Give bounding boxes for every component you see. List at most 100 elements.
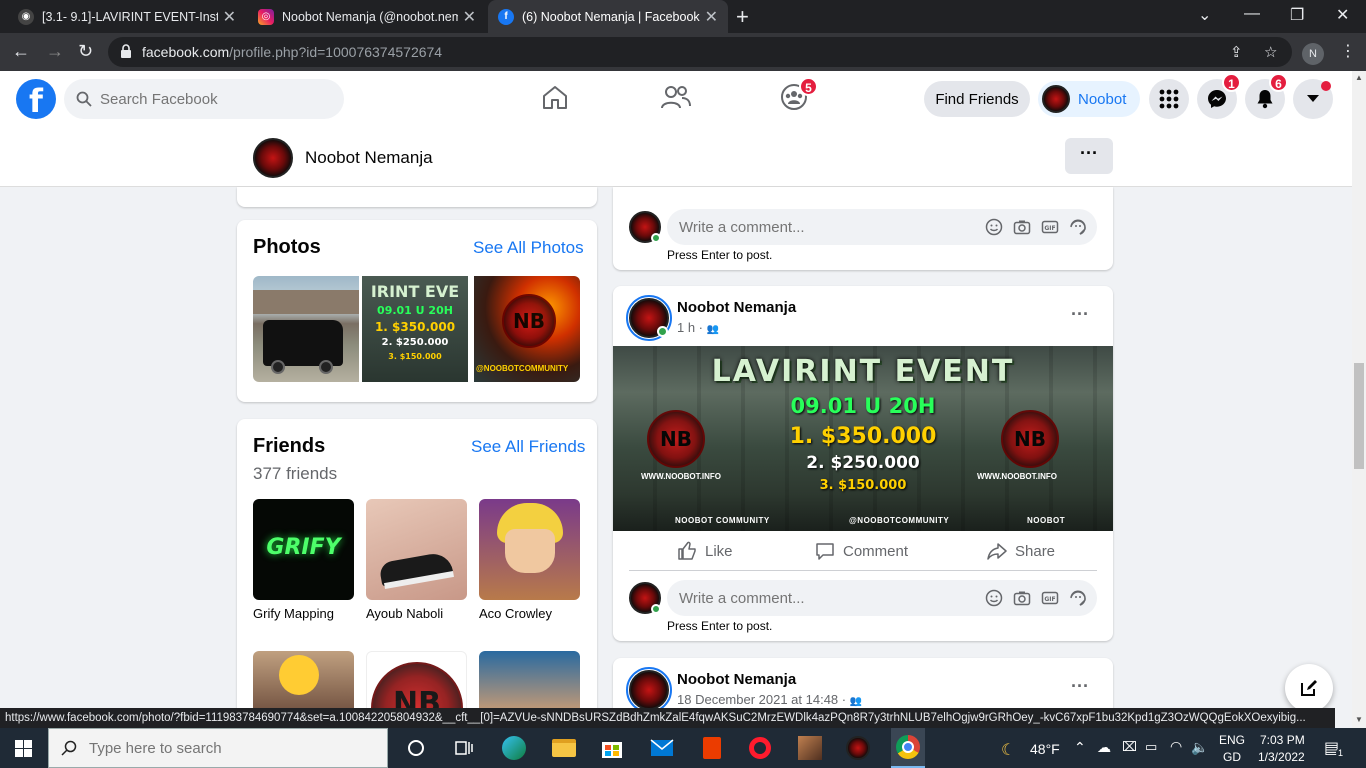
gif-icon[interactable]: GIF — [1041, 589, 1059, 607]
post-time[interactable]: 1 h · 👥 — [677, 320, 719, 335]
post-menu-icon[interactable]: ··· — [1071, 304, 1089, 325]
photo-thumbnail-3[interactable]: NB @NOOBOTCOMMUNITY — [474, 276, 580, 382]
file-explorer-icon[interactable] — [549, 733, 579, 763]
office-icon[interactable] — [697, 733, 727, 763]
friend-name[interactable]: Ayoub Naboli — [366, 606, 467, 621]
share-page-icon[interactable]: ⇪ — [1230, 43, 1243, 61]
wifi-icon[interactable]: ◠ — [1170, 738, 1182, 755]
post-author[interactable]: Noobot Nemanja — [677, 299, 796, 316]
browser-tab-3[interactable]: f (6) Noobot Nemanja | Facebook ✕ — [488, 0, 728, 33]
emoji-icon[interactable] — [985, 589, 1003, 607]
tray-chevron-up-icon[interactable]: ⌃ — [1074, 739, 1086, 756]
friend-tile[interactable]: Ayoub Naboli — [366, 499, 467, 621]
friend-name[interactable]: Aco Crowley — [479, 606, 580, 621]
sticker-icon[interactable] — [1069, 218, 1087, 236]
volume-icon[interactable]: 🔈 — [1191, 739, 1208, 756]
maximize-icon[interactable]: ❐ — [1290, 5, 1304, 25]
facebook-header: f 5 Find Friends Noobot 1 6 — [0, 71, 1352, 128]
find-friends-button[interactable]: Find Friends — [924, 81, 1030, 117]
profile-more-button[interactable]: ··· — [1065, 138, 1113, 174]
kebab-menu-icon[interactable]: ⋮ — [1340, 41, 1356, 61]
search-icon — [76, 91, 92, 107]
see-all-friends-link[interactable]: See All Friends — [471, 437, 585, 457]
tab-search-icon[interactable]: ⌄ — [1198, 5, 1211, 25]
keyboard-layout[interactable]: GD — [1223, 750, 1241, 764]
forward-icon[interactable]: → — [46, 41, 64, 62]
taskbar-search[interactable] — [48, 728, 388, 768]
mail-icon[interactable] — [647, 733, 677, 763]
bookmark-star-icon[interactable]: ☆ — [1264, 43, 1277, 61]
taskbar-search-input[interactable] — [89, 729, 369, 767]
post-image-banner[interactable]: LAVIRINT EVENT 09.01 U 20H 1. $350.000 2… — [613, 346, 1113, 531]
facebook-logo-icon[interactable]: f — [16, 79, 56, 120]
like-button[interactable]: Like — [677, 531, 733, 571]
close-icon[interactable]: ✕ — [705, 7, 718, 27]
see-all-photos-link[interactable]: See All Photos — [473, 238, 584, 258]
menu-button[interactable] — [1149, 79, 1189, 119]
comment-input[interactable] — [679, 209, 979, 245]
share-button[interactable]: Share — [987, 531, 1055, 571]
camera-icon[interactable] — [1013, 589, 1031, 607]
window-close-icon[interactable]: ✕ — [1336, 5, 1349, 25]
comment-box[interactable]: GIF — [667, 209, 1097, 245]
browser-profile-avatar[interactable]: N — [1302, 43, 1324, 65]
device-icon[interactable]: ⌧ — [1122, 739, 1137, 755]
comment-box[interactable]: GIF — [667, 580, 1097, 616]
scroll-down-icon[interactable]: ▼ — [1355, 715, 1363, 724]
url-bar[interactable]: facebook.com/profile.php?id=100076374572… — [108, 37, 1292, 67]
back-icon[interactable]: ← — [12, 41, 30, 62]
close-icon[interactable]: ✕ — [223, 7, 236, 27]
camera-icon[interactable] — [1013, 218, 1031, 236]
post-author[interactable]: Noobot Nemanja — [677, 671, 796, 688]
photo-thumbnail-1[interactable] — [253, 276, 359, 382]
avatar[interactable] — [626, 667, 672, 713]
edge-browser-icon[interactable] — [499, 733, 529, 763]
profile-name[interactable]: Noobot Nemanja — [305, 148, 433, 168]
home-icon[interactable] — [541, 83, 569, 111]
browser-tab-2[interactable]: ◎ Noobot Nemanja (@noobot.nem ✕ — [248, 0, 486, 33]
page-scrollbar[interactable]: ▲ ▼ — [1352, 71, 1366, 728]
avatar[interactable] — [253, 138, 293, 178]
scroll-thumb[interactable] — [1354, 363, 1364, 469]
windows-start-icon[interactable] — [15, 740, 32, 757]
friend-tile[interactable]: Aco Crowley — [479, 499, 580, 621]
thumb-date: 09.01 U 20H — [377, 304, 453, 317]
sticker-icon[interactable] — [1069, 589, 1087, 607]
moon-weather-icon[interactable]: ☾ — [1001, 740, 1015, 760]
post-time[interactable]: 18 December 2021 at 14:48 · 👥 — [677, 692, 862, 707]
comment-input[interactable] — [679, 580, 979, 616]
battery-icon[interactable]: ▭ — [1145, 739, 1157, 755]
emoji-icon[interactable] — [985, 218, 1003, 236]
profile-shortcut-button[interactable]: Noobot — [1038, 81, 1140, 117]
weather-temp[interactable]: 48°F — [1030, 741, 1060, 757]
language-code[interactable]: ENG — [1219, 733, 1245, 747]
clock-date[interactable]: 1/3/2022 — [1258, 750, 1305, 764]
comment-row: GIF — [629, 580, 1097, 616]
onedrive-icon[interactable]: ☁ — [1097, 739, 1111, 756]
game-app-icon[interactable] — [795, 733, 825, 763]
new-tab-icon[interactable]: + — [736, 4, 749, 30]
friends-icon[interactable] — [661, 83, 691, 111]
browser-tab-1[interactable]: ◉ [3.1- 9.1]-LAVIRINT EVENT-Instag ✕ — [8, 0, 246, 33]
lock-icon — [121, 44, 131, 58]
friend-name[interactable]: Grify Mapping — [253, 606, 354, 621]
new-message-button[interactable] — [1285, 664, 1333, 712]
gif-icon[interactable]: GIF — [1041, 218, 1059, 236]
opera-icon[interactable] — [745, 733, 775, 763]
friend-tile[interactable]: GRIFY Grify Mapping — [253, 499, 354, 621]
task-view-icon[interactable] — [449, 733, 479, 763]
microsoft-store-icon[interactable] — [597, 733, 627, 763]
comment-button[interactable]: Comment — [815, 531, 908, 571]
scroll-up-icon[interactable]: ▲ — [1355, 73, 1363, 82]
reload-icon[interactable]: ↻ — [78, 41, 93, 62]
cortana-icon[interactable] — [401, 733, 431, 763]
photo-thumbnail-2[interactable]: IRINT EVE 09.01 U 20H 1. $350.000 2. $25… — [362, 276, 468, 382]
post-menu-icon[interactable]: ··· — [1071, 676, 1089, 697]
close-icon[interactable]: ✕ — [463, 7, 476, 27]
clock-time[interactable]: 7:03 PM — [1260, 733, 1305, 747]
facebook-search[interactable] — [64, 79, 344, 119]
noobot-app-icon[interactable] — [843, 733, 873, 763]
minimize-icon[interactable]: — — [1244, 5, 1260, 23]
chrome-icon[interactable] — [891, 728, 925, 768]
search-input[interactable] — [100, 79, 330, 119]
